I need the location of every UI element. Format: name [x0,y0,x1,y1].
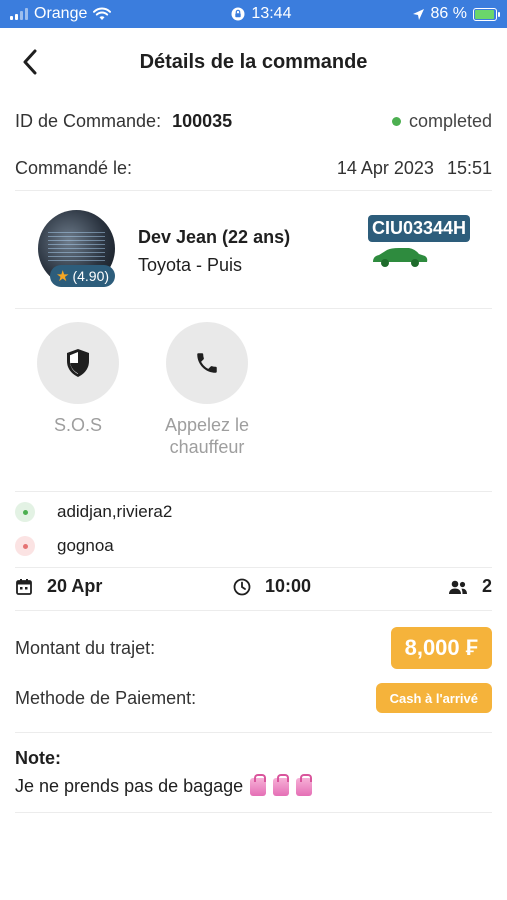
divider [15,491,492,492]
divider [15,732,492,733]
divider [15,308,492,309]
call-driver-label: Appelez le chauffeur [164,415,250,457]
note-title: Note: [15,748,61,768]
order-status: completed [391,110,492,132]
trip-info-row: 20 Apr 10:00 2 [15,576,492,602]
trip-time: 10:00 [233,576,311,597]
payment-method-row: Methode de Paiement: Cash à l'arrivé [15,683,492,713]
shopping-bag-icon [296,773,313,796]
order-id-label: ID de Commande: [15,110,162,131]
shield-icon [67,349,89,377]
sos-button[interactable]: S.O.S [37,322,119,436]
sos-circle[interactable] [37,322,119,404]
amount-row: Montant du trajet: 8,000 ₣ [15,627,492,669]
divider [15,567,492,568]
order-status-label: completed [408,110,492,131]
status-bar: Orange 13:44 86 % [0,0,507,28]
note-text: Je ne prends pas de bagage [15,776,244,796]
call-driver-button[interactable]: Appelez le chauffeur [165,322,249,458]
shopping-bag-icon [250,773,267,796]
trip-date: 20 Apr [15,576,102,597]
driver-name: Dev Jean (22 ans) [138,227,291,247]
license-plate: CIU03344H [368,215,471,242]
clock-time: 13:44 [251,5,292,22]
divider [15,812,492,813]
amount-badge: 8,000 ₣ [390,627,492,669]
wifi-icon [93,7,112,20]
amount-label: Montant du trajet: [15,637,156,658]
pickup-location: adidjan,riviera2 [15,502,172,522]
call-circle[interactable] [166,322,248,404]
pickup-address: adidjan,riviera2 [57,502,173,521]
shopping-bag-icon [273,773,290,796]
header: Détails de la commande [0,40,507,84]
divider [15,610,492,611]
order-datetime: 14 Apr 2023 15:51 [337,158,492,179]
page-title: Détails de la commande [139,51,368,73]
dropoff-address: gognoa [57,536,114,555]
divider [15,190,492,191]
star-icon: ★ [56,268,70,285]
dropoff-dot-icon [15,536,35,556]
status-bar-center: 13:44 [231,5,291,23]
driver-rating: (4.90) [72,268,110,284]
pickup-dot-icon [15,502,35,522]
vehicle-name: Toyota - Puis [138,255,243,275]
carrier-name: Orange [34,5,88,22]
order-id-row: ID de Commande: 100035 completed [15,108,492,134]
order-date-value: 14 Apr 2023 [336,157,434,178]
calendar-icon [16,578,32,595]
trip-passengers: 2 [448,576,492,597]
order-date-label: Commandé le: [15,157,133,178]
order-time-value: 15:51 [446,157,492,178]
trip-passengers-value: 2 [481,576,492,596]
clock-icon [233,578,251,595]
trip-time-value: 10:00 [265,576,312,596]
signal-icon [10,8,28,20]
location-arrow-icon [412,8,424,20]
battery-percent: 86 % [430,5,467,22]
payment-method-label: Methode de Paiement: [15,687,197,708]
lock-rotation-icon [231,7,245,21]
status-dot-icon [391,116,401,126]
people-icon [448,580,467,594]
driver-card: ★ (4.90) Dev Jean (22 ans) Toyota - Puis… [38,210,478,290]
status-bar-left: Orange [10,5,112,23]
battery-icon [472,7,500,21]
phone-icon [197,353,217,373]
status-bar-right: 86 % [412,5,500,23]
driver-rating-badge: ★ (4.90) [50,265,116,287]
order-id: ID de Commande: 100035 [15,111,232,132]
trip-date-value: 20 Apr [47,576,103,596]
note-content: Je ne prends pas de bagage [15,773,313,797]
sos-label: S.O.S [53,415,102,435]
car-icon [373,248,428,267]
payment-method-button[interactable]: Cash à l'arrivé [375,683,492,713]
order-date-row: Commandé le: 14 Apr 2023 15:51 [15,155,492,181]
dropoff-location: gognoa [15,536,114,556]
order-id-value: 100035 [172,110,233,131]
